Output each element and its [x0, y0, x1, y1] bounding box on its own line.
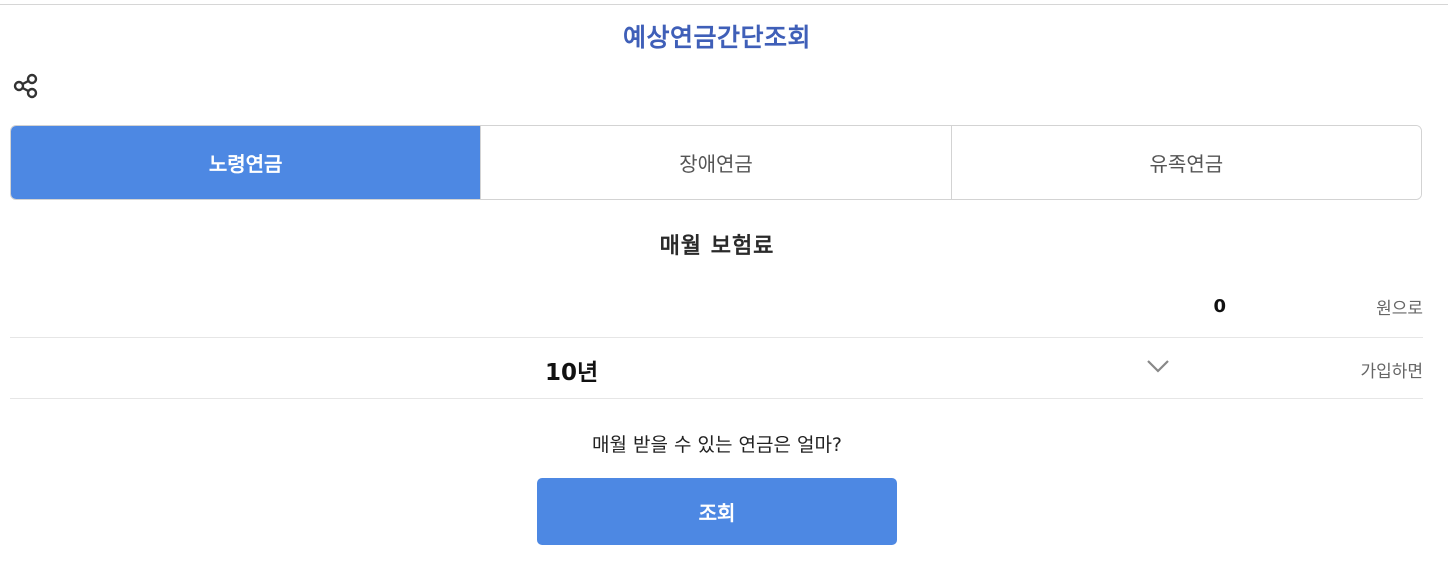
subscription-period-row: 10년 가입하면 — [10, 338, 1423, 399]
section-title: 매월 보험료 — [659, 234, 775, 259]
page-title: 예상연금간단조회 — [622, 23, 811, 52]
question-text: 매월 받을 수 있는 연금은 얼마? — [591, 434, 843, 456]
top-divider — [0, 4, 1448, 5]
premium-amount-row: 0 원으로 — [10, 276, 1423, 338]
premium-amount-unit: 원으로 — [1376, 299, 1423, 319]
tab-survivor-pension[interactable]: 유족연금 — [950, 126, 1421, 199]
pension-type-tabs: 노령연금 장애연금 유족연금 — [10, 125, 1422, 200]
premium-amount-input[interactable]: 0 — [1213, 296, 1226, 317]
subscription-period-value: 10년 — [545, 360, 599, 386]
share-icon — [13, 73, 38, 99]
subscription-period-select[interactable]: 10년 — [10, 338, 1190, 398]
subscription-period-unit: 가입하면 — [1360, 362, 1423, 382]
inquiry-button[interactable]: 조회 — [537, 478, 897, 545]
tab-old-age-pension[interactable]: 노령연금 — [11, 126, 481, 199]
tab-disability-pension[interactable]: 장애연금 — [480, 126, 951, 199]
chevron-down-icon — [1147, 360, 1169, 373]
share-button[interactable] — [12, 72, 40, 100]
